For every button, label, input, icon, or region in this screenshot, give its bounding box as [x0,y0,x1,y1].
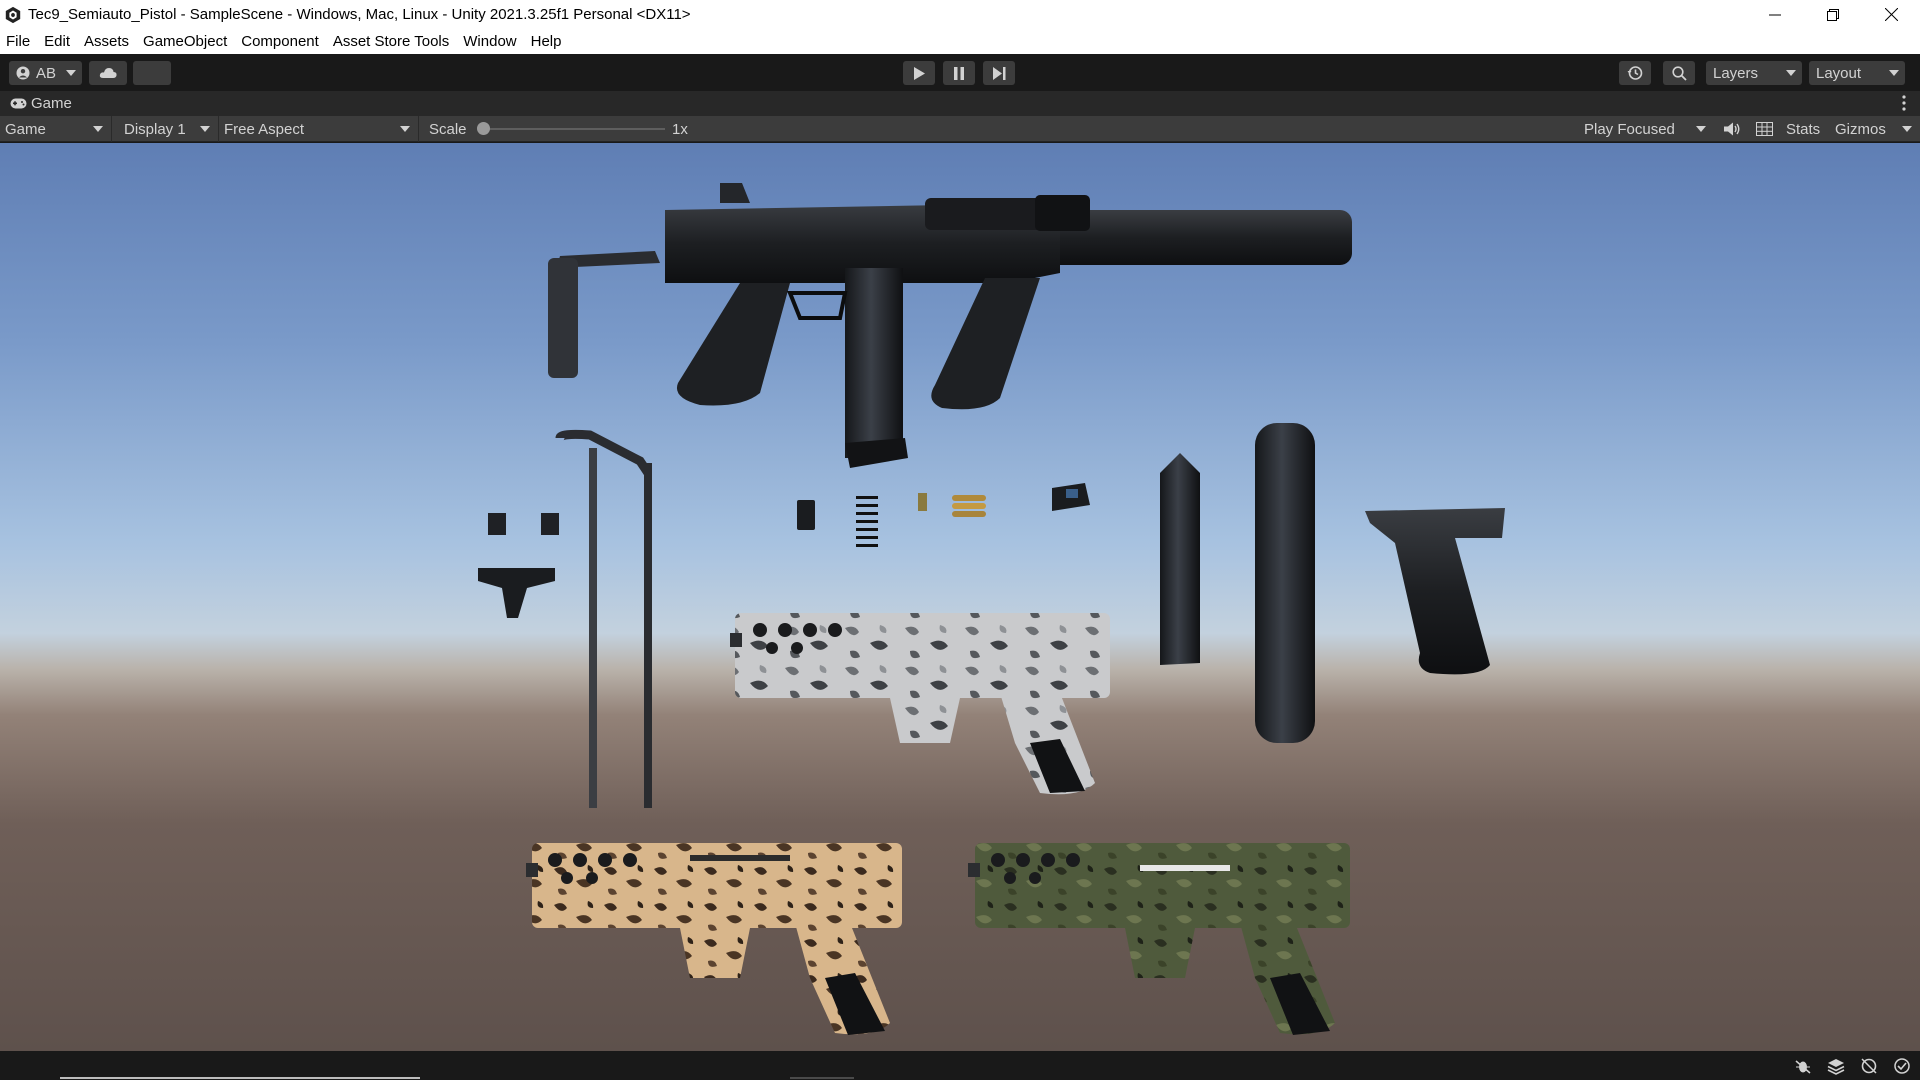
step-icon [992,66,1005,80]
snow-camo-pistol-model [730,613,1110,795]
chevron-down-icon [66,70,76,76]
network-icon[interactable] [1860,1057,1878,1075]
chevron-down-icon[interactable] [1902,126,1912,132]
game-tab-bar: Game [0,91,1920,116]
minimize-icon [1769,14,1781,15]
grid-icon[interactable] [1756,122,1773,136]
title-bar: Tec9_Semiauto_Pistol - SampleScene - Win… [0,0,1920,29]
assembled-pistol-model [548,183,1352,468]
menu-window[interactable]: Window [463,33,516,50]
check-circle-icon[interactable] [1893,1057,1911,1075]
step-button[interactable] [983,61,1015,85]
restore-icon [1827,8,1839,21]
scene-render [478,183,1505,1035]
history-icon [1627,66,1643,80]
account-icon [16,66,30,80]
search-icon [1671,65,1687,81]
grip-part [1365,508,1505,675]
game-view-bar: Game Display 1 Free Aspect Scale 1x Play… [0,116,1920,142]
cloud-button[interactable] [89,61,127,85]
close-icon [1884,8,1898,21]
window-title: Tec9_Semiauto_Pistol - SampleScene - Win… [28,6,691,23]
tab-game[interactable]: Game [4,91,80,116]
account-dropdown[interactable]: AB [9,61,82,85]
display-dropdown[interactable]: Display 1 [119,116,219,142]
pause-button[interactable] [943,61,975,85]
menu-bar: File Edit Assets GameObject Component As… [0,29,1920,54]
collab-button[interactable] [133,61,171,85]
search-button[interactable] [1663,61,1695,85]
chevron-down-icon [400,126,410,132]
menu-asset-store-tools[interactable]: Asset Store Tools [333,33,449,50]
scale-label: Scale [429,120,467,138]
undo-history-button[interactable] [1619,61,1651,85]
menu-assets[interactable]: Assets [84,33,129,50]
chevron-down-icon [1786,70,1796,76]
display-label: Display 1 [124,120,186,138]
tab-game-label: Game [31,95,72,112]
suppressor-part [1255,423,1315,743]
layers-label: Layers [1713,64,1759,82]
chevron-down-icon [1889,70,1899,76]
layers-dropdown[interactable]: Layers [1706,61,1802,85]
desert-camo-pistol-model [526,843,902,1035]
chevron-down-icon [93,126,103,132]
gizmos-button[interactable]: Gizmos [1835,116,1886,142]
status-bar [0,1051,1920,1080]
play-button[interactable] [903,61,935,85]
speaker-icon[interactable] [1724,122,1740,136]
layout-dropdown[interactable]: Layout [1809,61,1905,85]
play-mode-dropdown[interactable]: Play Focused [1579,116,1714,142]
scale-slider-track[interactable] [479,128,665,130]
gamepad-icon [10,98,27,109]
game-viewport[interactable] [0,143,1920,1051]
menu-component[interactable]: Component [241,33,319,50]
chevron-down-icon [200,126,210,132]
close-button[interactable] [1862,0,1920,29]
status-divider [790,1077,854,1079]
magazine-part [1160,453,1200,665]
scale-slider-handle[interactable] [477,122,490,135]
aspect-label: Free Aspect [224,120,305,138]
view-type-label: Game [5,120,46,138]
pause-icon [954,66,964,80]
restore-button[interactable] [1804,0,1862,29]
menu-gameobject[interactable]: GameObject [143,33,227,50]
play-icon [914,66,925,80]
cloud-icon [99,68,117,78]
layers-stack-icon[interactable] [1827,1057,1845,1075]
chevron-down-icon [1696,126,1706,132]
scale-value: 1x [672,120,688,138]
woodland-camo-pistol-model [968,843,1350,1035]
play-mode-label: Play Focused [1584,120,1675,138]
aspect-dropdown[interactable]: Free Aspect [219,116,419,142]
menu-file[interactable]: File [6,33,30,50]
view-type-dropdown[interactable]: Game [0,116,112,142]
account-label: AB [36,64,57,82]
unity-logo-icon [5,6,21,23]
wire-stock-part [555,429,652,808]
menu-edit[interactable]: Edit [44,33,70,50]
more-options-icon[interactable] [1902,95,1906,111]
stats-button[interactable]: Stats [1786,116,1820,142]
main-toolbar: AB Layers Layout [0,54,1920,91]
small-parts [478,483,1090,618]
layout-label: Layout [1816,64,1862,82]
status-progress-line [60,1077,420,1079]
minimize-button[interactable] [1746,0,1804,29]
menu-help[interactable]: Help [531,33,562,50]
debug-icon[interactable] [1794,1057,1812,1075]
